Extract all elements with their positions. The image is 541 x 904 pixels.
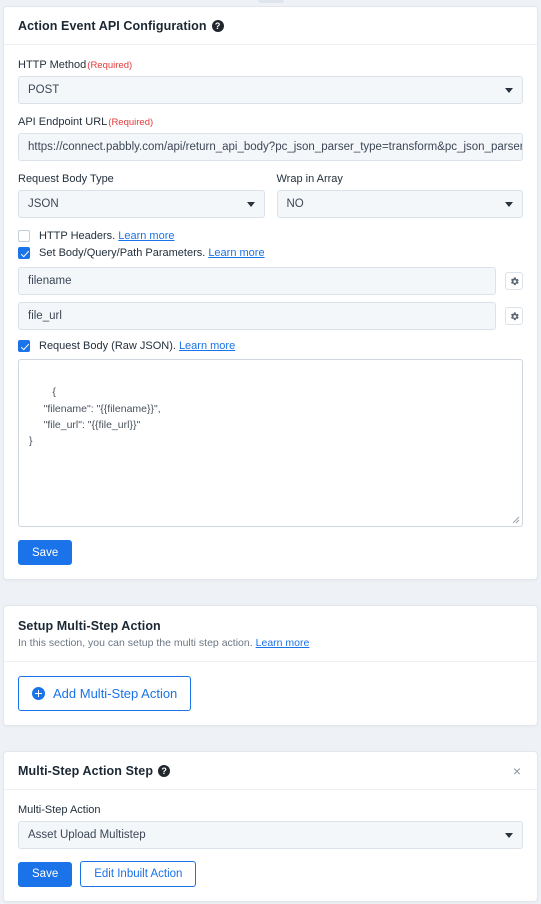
page-title: Action Event API Configuration — [18, 19, 207, 33]
chevron-down-icon — [505, 88, 513, 93]
http-headers-label: HTTP Headers. — [39, 230, 116, 242]
setup-multistep-body: Add Multi-Step Action — [4, 662, 537, 725]
chevron-down-icon — [246, 202, 255, 207]
request-body-type-select[interactable]: JSON — [18, 190, 265, 218]
parameter-input-filename[interactable]: filename — [18, 267, 496, 295]
chevron-down-icon — [505, 833, 513, 838]
api-configuration-header: Action Event API Configuration ? — [4, 7, 537, 45]
multistep-action-label: Multi-Step Action — [18, 804, 101, 816]
parameter-input-file-url[interactable]: file_url — [18, 302, 496, 330]
request-body-raw-label: Request Body (Raw JSON). — [39, 340, 176, 352]
multistep-step-actions: Save Edit Inbuilt Action — [18, 861, 523, 887]
set-parameters-checkbox[interactable] — [18, 247, 30, 259]
http-method-field: HTTP Method(Required) POST — [18, 59, 523, 104]
setup-multistep-title: Setup Multi-Step Action — [18, 619, 161, 633]
save-button[interactable]: Save — [18, 540, 73, 565]
close-icon[interactable]: × — [511, 764, 523, 778]
http-headers-checkbox[interactable] — [18, 230, 30, 242]
api-endpoint-input[interactable]: https://connect.pabbly.com/api/return_ap… — [18, 133, 523, 161]
gear-icon[interactable] — [505, 272, 523, 290]
request-body-json-textarea[interactable]: { "filename": "{{filename}}", "file_url"… — [18, 359, 523, 527]
parameter-value: file_url — [28, 310, 62, 322]
request-body-type-field: Request Body Type JSON — [18, 173, 265, 218]
http-method-label: HTTP Method(Required) — [18, 59, 133, 71]
multistep-step-card: Multi-Step Action Step ? × Multi-Step Ac… — [3, 751, 538, 902]
set-parameters-label: Set Body/Query/Path Parameters. — [39, 247, 206, 259]
multistep-action-field: Multi-Step Action Asset Upload Multistep — [18, 804, 523, 849]
http-method-select[interactable]: POST — [18, 76, 523, 104]
request-body-json-content: { "filename": "{{filename}}", "file_url"… — [29, 386, 161, 448]
parameter-row: file_url — [18, 302, 523, 330]
multistep-action-value: Asset Upload Multistep — [28, 829, 146, 841]
chevron-down-icon — [505, 202, 513, 207]
top-scroll-nub — [257, 0, 284, 3]
setup-multistep-card: Setup Multi-Step Action In this section,… — [3, 605, 538, 726]
page-root: Action Event API Configuration ? HTTP Me… — [0, 0, 541, 904]
save-button[interactable]: Save — [18, 861, 73, 887]
request-body-raw-checkbox[interactable] — [18, 340, 30, 352]
parameter-row: filename — [18, 267, 523, 295]
request-body-raw-learn-more-link[interactable]: Learn more — [179, 340, 235, 352]
wrap-in-array-label: Wrap in Array — [276, 173, 343, 185]
resize-handle-icon[interactable] — [511, 515, 520, 524]
api-configuration-card: Action Event API Configuration ? HTTP Me… — [3, 6, 538, 580]
http-headers-learn-more-link[interactable]: Learn more — [118, 230, 174, 242]
api-configuration-body: HTTP Method(Required) POST API Endpoint … — [4, 45, 537, 579]
setup-multistep-learn-more-link[interactable]: Learn more — [256, 637, 310, 649]
api-endpoint-value: https://connect.pabbly.com/api/return_ap… — [28, 141, 523, 153]
edit-inbuilt-action-button[interactable]: Edit Inbuilt Action — [80, 861, 197, 887]
set-parameters-learn-more-link[interactable]: Learn more — [208, 247, 264, 259]
help-circle-icon[interactable]: ? — [158, 765, 171, 777]
multistep-step-header: Multi-Step Action Step ? × — [4, 752, 537, 790]
api-endpoint-label: API Endpoint URL(Required) — [18, 116, 154, 128]
required-marker: (Required) — [108, 117, 154, 128]
wrap-in-array-select[interactable]: NO — [276, 190, 523, 218]
http-headers-row[interactable]: HTTP Headers. Learn more — [18, 230, 523, 242]
request-body-type-label: Request Body Type — [18, 173, 114, 185]
multistep-action-select[interactable]: Asset Upload Multistep — [18, 821, 523, 849]
set-parameters-row[interactable]: Set Body/Query/Path Parameters. Learn mo… — [18, 247, 523, 259]
request-body-type-value: JSON — [28, 198, 59, 210]
plus-circle-icon — [32, 687, 45, 700]
wrap-in-array-field: Wrap in Array NO — [276, 173, 523, 218]
request-body-raw-row[interactable]: Request Body (Raw JSON). Learn more — [18, 340, 523, 352]
add-multi-step-action-label: Add Multi-Step Action — [53, 686, 178, 701]
wrap-in-array-value: NO — [286, 198, 304, 210]
body-type-row: Request Body Type JSON Wrap in Array NO — [18, 173, 523, 230]
setup-multistep-header: Setup Multi-Step Action In this section,… — [4, 606, 537, 662]
api-config-actions: Save — [18, 540, 523, 565]
api-endpoint-field: API Endpoint URL(Required) https://conne… — [18, 116, 523, 161]
gear-icon[interactable] — [505, 307, 523, 325]
required-marker: (Required) — [87, 60, 133, 71]
setup-multistep-description: In this section, you can setup the multi… — [18, 637, 310, 649]
http-method-value: POST — [28, 84, 60, 96]
help-circle-icon[interactable]: ? — [211, 20, 224, 32]
add-multi-step-action-button[interactable]: Add Multi-Step Action — [18, 676, 192, 711]
multistep-step-body: Multi-Step Action Asset Upload Multistep… — [4, 790, 537, 901]
multistep-step-title: Multi-Step Action Step — [18, 764, 154, 778]
parameter-value: filename — [28, 275, 72, 287]
